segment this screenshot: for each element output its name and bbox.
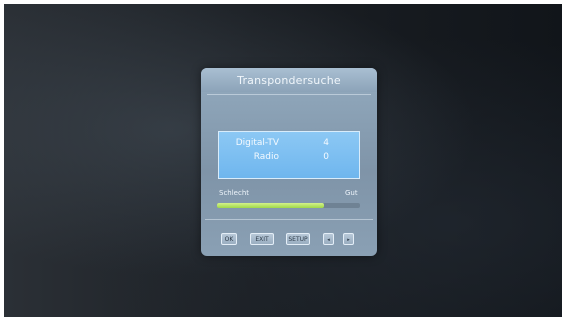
result-count: 0 bbox=[323, 152, 329, 162]
search-results-panel: Digital-TV 4 Radio 0 bbox=[218, 131, 360, 179]
result-label: Radio bbox=[253, 152, 279, 162]
ok-button[interactable]: OK bbox=[221, 233, 237, 245]
result-label: Digital-TV bbox=[235, 138, 279, 148]
setup-button[interactable]: SETUP bbox=[286, 233, 310, 245]
signal-bad-label: Schlecht bbox=[219, 189, 250, 197]
result-row-digital-tv: Digital-TV 4 bbox=[219, 138, 361, 152]
result-count: 4 bbox=[323, 138, 329, 148]
signal-good-label: Gut bbox=[345, 189, 358, 197]
exit-button[interactable]: EXIT bbox=[250, 233, 274, 245]
signal-quality-fill bbox=[217, 203, 325, 208]
button-divider bbox=[205, 219, 373, 220]
dialog-title: Transpondersuche bbox=[201, 68, 377, 92]
right-arrow-button[interactable]: ▸ bbox=[343, 233, 354, 245]
signal-quality-bar bbox=[217, 203, 360, 208]
left-arrow-button[interactable]: ◂ bbox=[323, 233, 334, 245]
title-divider bbox=[207, 94, 371, 95]
result-row-radio: Radio 0 bbox=[219, 152, 361, 166]
